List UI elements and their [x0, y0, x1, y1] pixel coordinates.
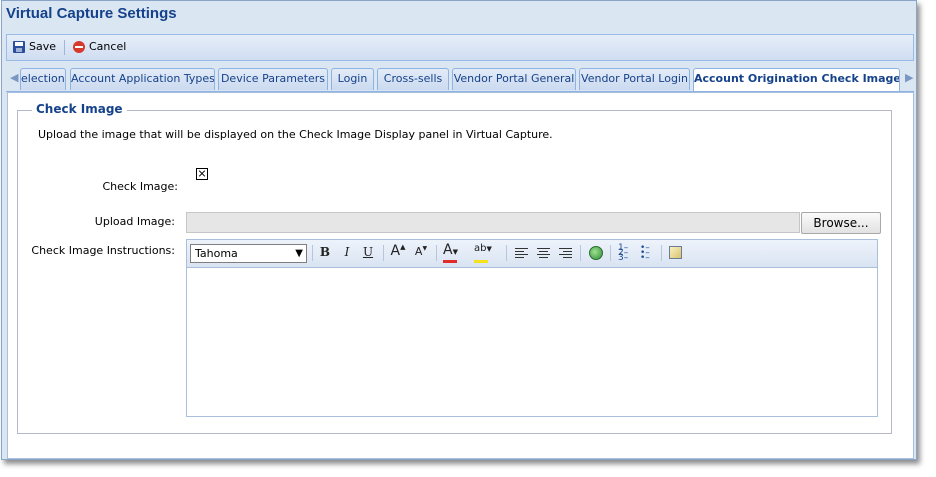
editor-separator	[580, 245, 581, 261]
font-color-icon: A	[443, 242, 453, 258]
align-right-icon[interactable]	[559, 248, 572, 259]
check-image-instructions-label: Check Image Instructions:	[31, 244, 175, 257]
editor-separator	[610, 245, 611, 261]
editor-separator	[312, 245, 313, 261]
check-image-fieldset: Check Image Upload the image that will b…	[17, 102, 892, 434]
upload-image-input[interactable]	[186, 212, 800, 233]
save-label: Save	[29, 40, 57, 53]
numbered-list-icon[interactable]: 1– 2– 3–	[618, 244, 632, 263]
highlight-icon: ab	[474, 243, 487, 254]
cancel-icon	[73, 40, 85, 53]
shrink-font-button[interactable]: A▼	[413, 245, 429, 258]
editor-separator	[506, 245, 507, 261]
link-icon[interactable]	[589, 246, 603, 260]
align-left-icon[interactable]	[515, 248, 528, 259]
save-icon	[13, 40, 25, 53]
html-source-icon[interactable]	[669, 246, 682, 259]
cancel-label: Cancel	[89, 40, 127, 53]
toolbar: Save Cancel	[6, 34, 914, 61]
bold-button[interactable]: B	[317, 245, 333, 259]
toolbar-separator	[64, 40, 65, 55]
tab-scroll-right-icon[interactable]: ▶	[905, 71, 913, 84]
cancel-button[interactable]: Cancel	[73, 40, 126, 53]
tab-vendor-portal-login[interactable]: Vendor Portal Login	[579, 68, 690, 90]
tab-login[interactable]: Login	[331, 68, 374, 90]
editor-content-area[interactable]	[187, 268, 877, 416]
upload-image-label: Upload Image:	[94, 215, 175, 228]
grow-font-icon: A	[390, 243, 401, 259]
tab-scroll-left-icon[interactable]: ◀	[10, 71, 18, 84]
tab-device-parameters[interactable]: Device Parameters	[218, 68, 328, 90]
grow-font-button[interactable]: A▲	[390, 243, 406, 259]
window-title: Virtual Capture Settings	[6, 5, 177, 22]
rich-text-editor: Tahoma ▼ B I U A▲ A▼ A▼ ab▼ 1– 2– 3– •– …	[186, 239, 878, 417]
settings-window: Virtual Capture Settings Save Cancel ◀ e…	[1, 0, 917, 460]
editor-toolbar: Tahoma ▼ B I U A▲ A▼ A▼ ab▼ 1– 2– 3– •– …	[187, 240, 877, 268]
editor-separator	[383, 245, 384, 261]
font-name-value: Tahoma	[195, 247, 238, 260]
editor-separator	[436, 245, 437, 261]
tab-election[interactable]: election	[20, 68, 66, 90]
tab-vendor-portal-general[interactable]: Vendor Portal General	[452, 68, 576, 90]
section-description: Upload the image that will be displayed …	[38, 128, 553, 141]
broken-image-icon	[196, 168, 208, 180]
browse-button[interactable]: Browse...	[801, 212, 881, 234]
save-button[interactable]: Save	[13, 40, 56, 53]
align-center-icon[interactable]	[537, 248, 550, 259]
fieldset-legend: Check Image	[32, 102, 127, 116]
underline-button[interactable]: U	[360, 245, 376, 259]
tab-cross-sells[interactable]: Cross-sells	[377, 68, 449, 90]
editor-separator	[661, 245, 662, 261]
bulleted-list-icon[interactable]: •– •– •–	[640, 244, 654, 263]
tab-strip: ◀ election Account Application Types Dev…	[6, 65, 914, 92]
tab-panel: Check Image Upload the image that will b…	[7, 92, 914, 459]
tab-account-application-types[interactable]: Account Application Types	[70, 68, 215, 90]
highlight-color-button[interactable]: ab▼	[474, 243, 500, 263]
chevron-down-icon: ▼	[295, 248, 303, 259]
check-image-label: Check Image:	[102, 180, 179, 193]
italic-button[interactable]: I	[339, 245, 355, 259]
font-color-button[interactable]: A▼	[443, 242, 467, 263]
tab-account-origination-check-image[interactable]: Account Origination Check Image	[693, 68, 900, 91]
font-name-select[interactable]: Tahoma ▼	[190, 244, 307, 263]
